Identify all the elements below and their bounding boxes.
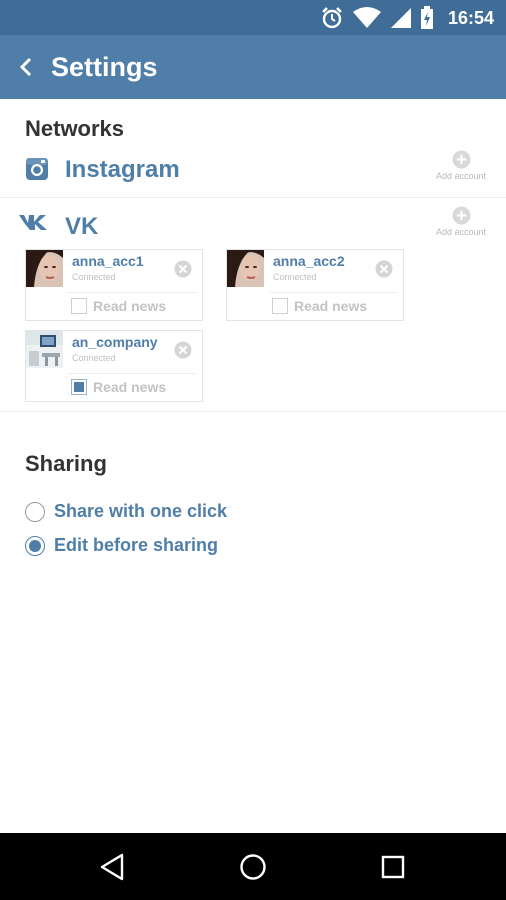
remove-account-icon[interactable] bbox=[174, 260, 192, 278]
network-row-vk[interactable]: VK Add account bbox=[0, 203, 506, 253]
share-option-one-click[interactable]: Share with one click bbox=[25, 501, 227, 522]
add-account-label: Add account bbox=[435, 227, 487, 237]
account-name: anna_acc1 bbox=[72, 253, 144, 269]
remove-account-icon[interactable] bbox=[174, 341, 192, 359]
signal-icon bbox=[390, 8, 411, 28]
nav-back-button[interactable] bbox=[96, 851, 128, 883]
account-status: Connected bbox=[273, 272, 317, 282]
network-name-vk: VK bbox=[65, 213, 99, 240]
add-circle-icon bbox=[451, 150, 471, 169]
divider bbox=[0, 197, 506, 198]
account-card[interactable]: anna_acc1 Connected Read news bbox=[25, 249, 203, 321]
radio-button-selected[interactable] bbox=[25, 535, 45, 556]
read-news-toggle[interactable]: Read news bbox=[272, 298, 367, 314]
status-time: 16:54 bbox=[447, 7, 494, 28]
avatar bbox=[26, 331, 63, 368]
read-news-checkbox[interactable] bbox=[71, 379, 87, 395]
back-triangle-icon bbox=[100, 853, 124, 881]
back-button[interactable] bbox=[12, 53, 40, 81]
card-divider bbox=[68, 292, 196, 293]
recents-square-icon bbox=[381, 855, 405, 879]
radio-button[interactable] bbox=[25, 501, 45, 522]
account-status: Connected bbox=[72, 272, 116, 282]
chevron-left-icon bbox=[19, 57, 32, 77]
page-title: Settings bbox=[51, 52, 158, 82]
add-account-instagram-button[interactable]: Add account bbox=[428, 150, 494, 181]
wifi-icon bbox=[352, 7, 381, 28]
alarm-icon bbox=[322, 7, 342, 29]
home-circle-icon bbox=[240, 854, 266, 880]
status-icons: 16:54 bbox=[320, 6, 494, 30]
vk-icon bbox=[19, 215, 47, 230]
status-bar: 16:54 bbox=[0, 0, 506, 35]
nav-recents-button[interactable] bbox=[377, 851, 409, 883]
read-news-label: Read news bbox=[93, 298, 167, 314]
account-name: an_company bbox=[72, 334, 158, 350]
read-news-checkbox[interactable] bbox=[71, 298, 87, 314]
add-circle-icon bbox=[451, 206, 471, 225]
system-nav-bar bbox=[0, 833, 506, 900]
add-account-label: Add account bbox=[435, 171, 487, 181]
app-bar: Settings bbox=[0, 35, 506, 99]
network-row-instagram[interactable]: Instagram Add account bbox=[0, 148, 506, 198]
instagram-icon bbox=[26, 158, 48, 180]
read-news-label: Read news bbox=[93, 379, 167, 395]
account-card[interactable]: anna_acc2 Connected Read news bbox=[226, 249, 404, 321]
share-option-label: Edit before sharing bbox=[54, 535, 219, 555]
divider bbox=[0, 411, 506, 412]
card-divider bbox=[68, 373, 196, 374]
add-account-vk-button[interactable]: Add account bbox=[428, 206, 494, 237]
read-news-toggle[interactable]: Read news bbox=[71, 379, 166, 395]
read-news-toggle[interactable]: Read news bbox=[71, 298, 166, 314]
networks-section-title: Networks bbox=[25, 116, 125, 141]
account-name: anna_acc2 bbox=[273, 253, 345, 269]
avatar bbox=[26, 250, 63, 287]
account-card[interactable]: an_company Connected Read news bbox=[25, 330, 203, 402]
remove-account-icon[interactable] bbox=[375, 260, 393, 278]
card-divider bbox=[269, 292, 397, 293]
read-news-checkbox[interactable] bbox=[272, 298, 288, 314]
sharing-section-title: Sharing bbox=[25, 451, 107, 476]
avatar bbox=[227, 250, 264, 287]
account-status: Connected bbox=[72, 353, 116, 363]
nav-home-button[interactable] bbox=[237, 851, 269, 883]
battery-icon bbox=[420, 6, 433, 29]
share-option-label: Share with one click bbox=[54, 501, 228, 521]
share-option-edit-before[interactable]: Edit before sharing bbox=[25, 535, 218, 556]
network-name-instagram: Instagram bbox=[65, 156, 180, 183]
read-news-label: Read news bbox=[294, 298, 368, 314]
